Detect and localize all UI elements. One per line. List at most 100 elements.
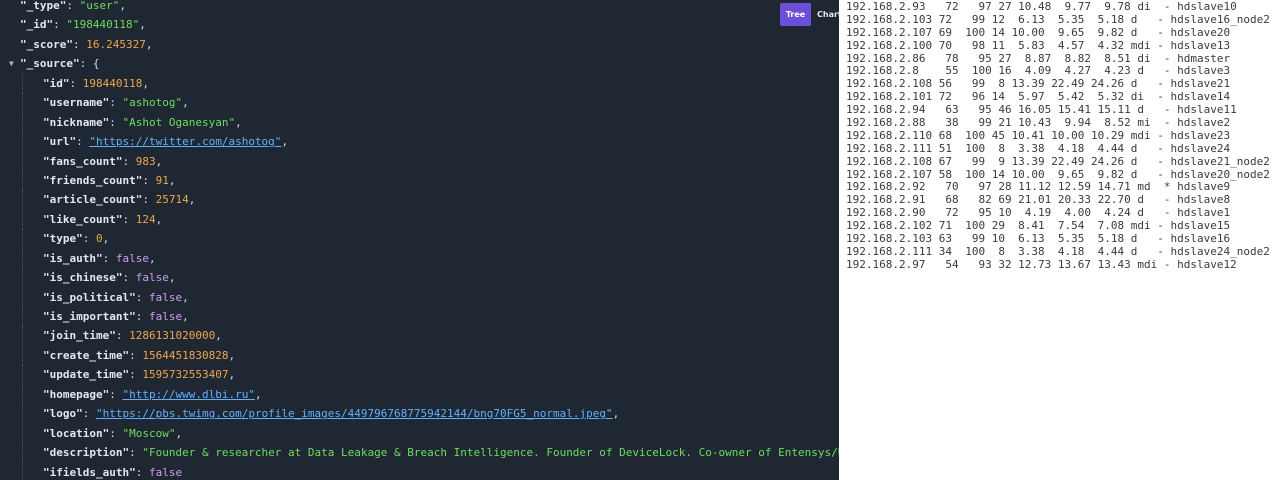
json-colon: : bbox=[72, 37, 87, 51]
json-key: "id" bbox=[43, 76, 70, 90]
indent-guide bbox=[22, 326, 24, 346]
json-line: "nickname": "Ashot Oganesyan", bbox=[0, 112, 839, 133]
json-link-value[interactable]: "http://www.dlbi.ru" bbox=[122, 388, 254, 401]
json-line: "update_time": 1595732553407, bbox=[0, 365, 839, 385]
json-key: "type" bbox=[43, 232, 83, 246]
tree-view-button[interactable]: Tree bbox=[780, 3, 811, 26]
json-value: "Ashot Oganesyan" bbox=[122, 115, 236, 129]
json-comma: , bbox=[188, 193, 196, 207]
host-row: 192.168.2.103 63 99 10 6.13 5.35 5.18 d … bbox=[846, 232, 1231, 246]
indent-guide bbox=[22, 423, 24, 444]
json-comma: , bbox=[612, 407, 620, 421]
json-comma: , bbox=[215, 329, 222, 343]
json-value: "Founder & researcher at Data Leakage & … bbox=[142, 446, 839, 460]
json-value: 1595732553407 bbox=[142, 368, 229, 382]
json-value: false bbox=[115, 251, 149, 265]
json-line: "article_count": 25714, bbox=[0, 190, 839, 210]
json-colon: : bbox=[142, 193, 156, 207]
json-colon: : bbox=[129, 368, 143, 382]
json-line: "username": "ashotog", bbox=[0, 93, 839, 113]
json-comma: , bbox=[182, 290, 189, 304]
json-comma: , bbox=[228, 368, 236, 382]
json-colon: : bbox=[109, 387, 123, 401]
json-key: "create_time" bbox=[43, 348, 130, 362]
json-comma: , bbox=[182, 310, 189, 323]
json-key: "homepage" bbox=[43, 387, 110, 401]
json-line: "location": "Moscow", bbox=[0, 423, 839, 444]
host-row: 192.168.2.100 70 98 11 5.83 4.57 4.32 md… bbox=[846, 38, 1231, 52]
json-colon: : bbox=[66, 0, 80, 12]
json-comma: , bbox=[145, 37, 153, 51]
json-key: "_id" bbox=[20, 18, 54, 32]
indent-guide bbox=[22, 132, 24, 152]
json-comma: , bbox=[155, 154, 163, 168]
json-key: "description" bbox=[43, 446, 130, 460]
view-toggle: Tree Chart bbox=[780, 3, 839, 26]
json-link-value[interactable]: "https://pbs.twimg.com/profile_images/44… bbox=[96, 407, 613, 420]
json-line: "_score": 16.245327, bbox=[0, 35, 839, 54]
indent-guide bbox=[22, 287, 24, 307]
json-colon: : bbox=[135, 310, 149, 323]
json-colon: : bbox=[109, 115, 123, 129]
indent-guide bbox=[22, 307, 24, 327]
json-comma: , bbox=[148, 251, 156, 265]
json-key: "logo" bbox=[43, 407, 83, 421]
indent-guide bbox=[22, 248, 24, 269]
json-line: "ifields_auth": false bbox=[0, 462, 839, 480]
json-key: "location" bbox=[43, 426, 110, 440]
json-colon: : bbox=[122, 212, 136, 226]
indent-guide bbox=[22, 462, 24, 480]
json-line: "friends_count": 91, bbox=[0, 170, 839, 191]
json-value: false bbox=[148, 290, 183, 304]
host-row: 192.168.2.108 67 99 9 13.39 22.49 24.26 … bbox=[846, 154, 1270, 168]
json-comma: , bbox=[281, 135, 289, 149]
json-line: "join_time": 1286131020000, bbox=[0, 326, 839, 346]
indent-guide bbox=[22, 73, 24, 94]
json-comma: , bbox=[235, 115, 242, 129]
indent-guide bbox=[22, 345, 24, 366]
indent-guide bbox=[22, 443, 24, 463]
json-line: "id": 198440118, bbox=[0, 73, 839, 94]
json-key: "is_auth" bbox=[43, 251, 103, 265]
json-value: 124 bbox=[135, 212, 156, 226]
json-colon: : bbox=[109, 426, 123, 440]
json-colon: : bbox=[82, 232, 96, 246]
json-line: "_type": "user", bbox=[0, 0, 839, 15]
indent-guide bbox=[22, 384, 24, 405]
collapse-toggle-icon[interactable]: ▼ bbox=[9, 54, 14, 73]
json-value: 198440118 bbox=[82, 76, 143, 90]
json-key: "update_time" bbox=[43, 368, 130, 382]
indent-guide bbox=[22, 112, 24, 133]
json-line: "is_political": false, bbox=[0, 287, 839, 307]
json-value: 1286131020000 bbox=[129, 329, 216, 343]
json-link-value[interactable]: "https://twitter.com/ashotog" bbox=[89, 135, 281, 148]
json-colon: : bbox=[142, 173, 156, 187]
host-stats-table: 192.168.2.93 72 97 27 10.48 9.77 9.78 di… bbox=[846, 0, 1270, 272]
chart-view-button[interactable]: Chart bbox=[811, 3, 839, 26]
json-value: "ashotog" bbox=[122, 96, 183, 110]
json-value: false bbox=[135, 271, 169, 285]
json-value: 16.245327 bbox=[86, 37, 146, 51]
json-key: "_source" bbox=[20, 57, 80, 71]
indent-guide bbox=[22, 268, 24, 288]
json-key: "join_time" bbox=[43, 329, 116, 343]
json-line: "like_count": 124, bbox=[0, 209, 839, 230]
json-line: "is_important": false, bbox=[0, 307, 839, 327]
json-key: "like_count" bbox=[43, 212, 123, 226]
json-comma: , bbox=[142, 76, 149, 90]
json-line: "homepage": "http://www.dlbi.ru", bbox=[0, 384, 839, 405]
json-colon: : bbox=[109, 96, 123, 110]
host-row: 192.168.2.93 72 97 27 10.48 9.77 9.78 di… bbox=[846, 0, 1237, 13]
json-key: "username" bbox=[43, 96, 110, 110]
json-colon: : bbox=[69, 76, 83, 90]
host-row: 192.168.2.111 34 100 8 3.38 4.18 4.44 d … bbox=[846, 244, 1270, 258]
host-row: 192.168.2.88 38 99 21 10.43 9.94 8.52 mi… bbox=[846, 116, 1231, 130]
json-key: "nickname" bbox=[43, 115, 110, 129]
json-value: "198440118" bbox=[66, 18, 140, 32]
json-colon: : bbox=[135, 465, 149, 479]
json-line: "_id": "198440118", bbox=[0, 15, 839, 34]
json-key: "friends_count" bbox=[43, 173, 143, 187]
json-line: "create_time": 1564451830828, bbox=[0, 345, 839, 366]
json-key: "_score" bbox=[20, 37, 73, 51]
json-comma: , bbox=[168, 271, 176, 285]
